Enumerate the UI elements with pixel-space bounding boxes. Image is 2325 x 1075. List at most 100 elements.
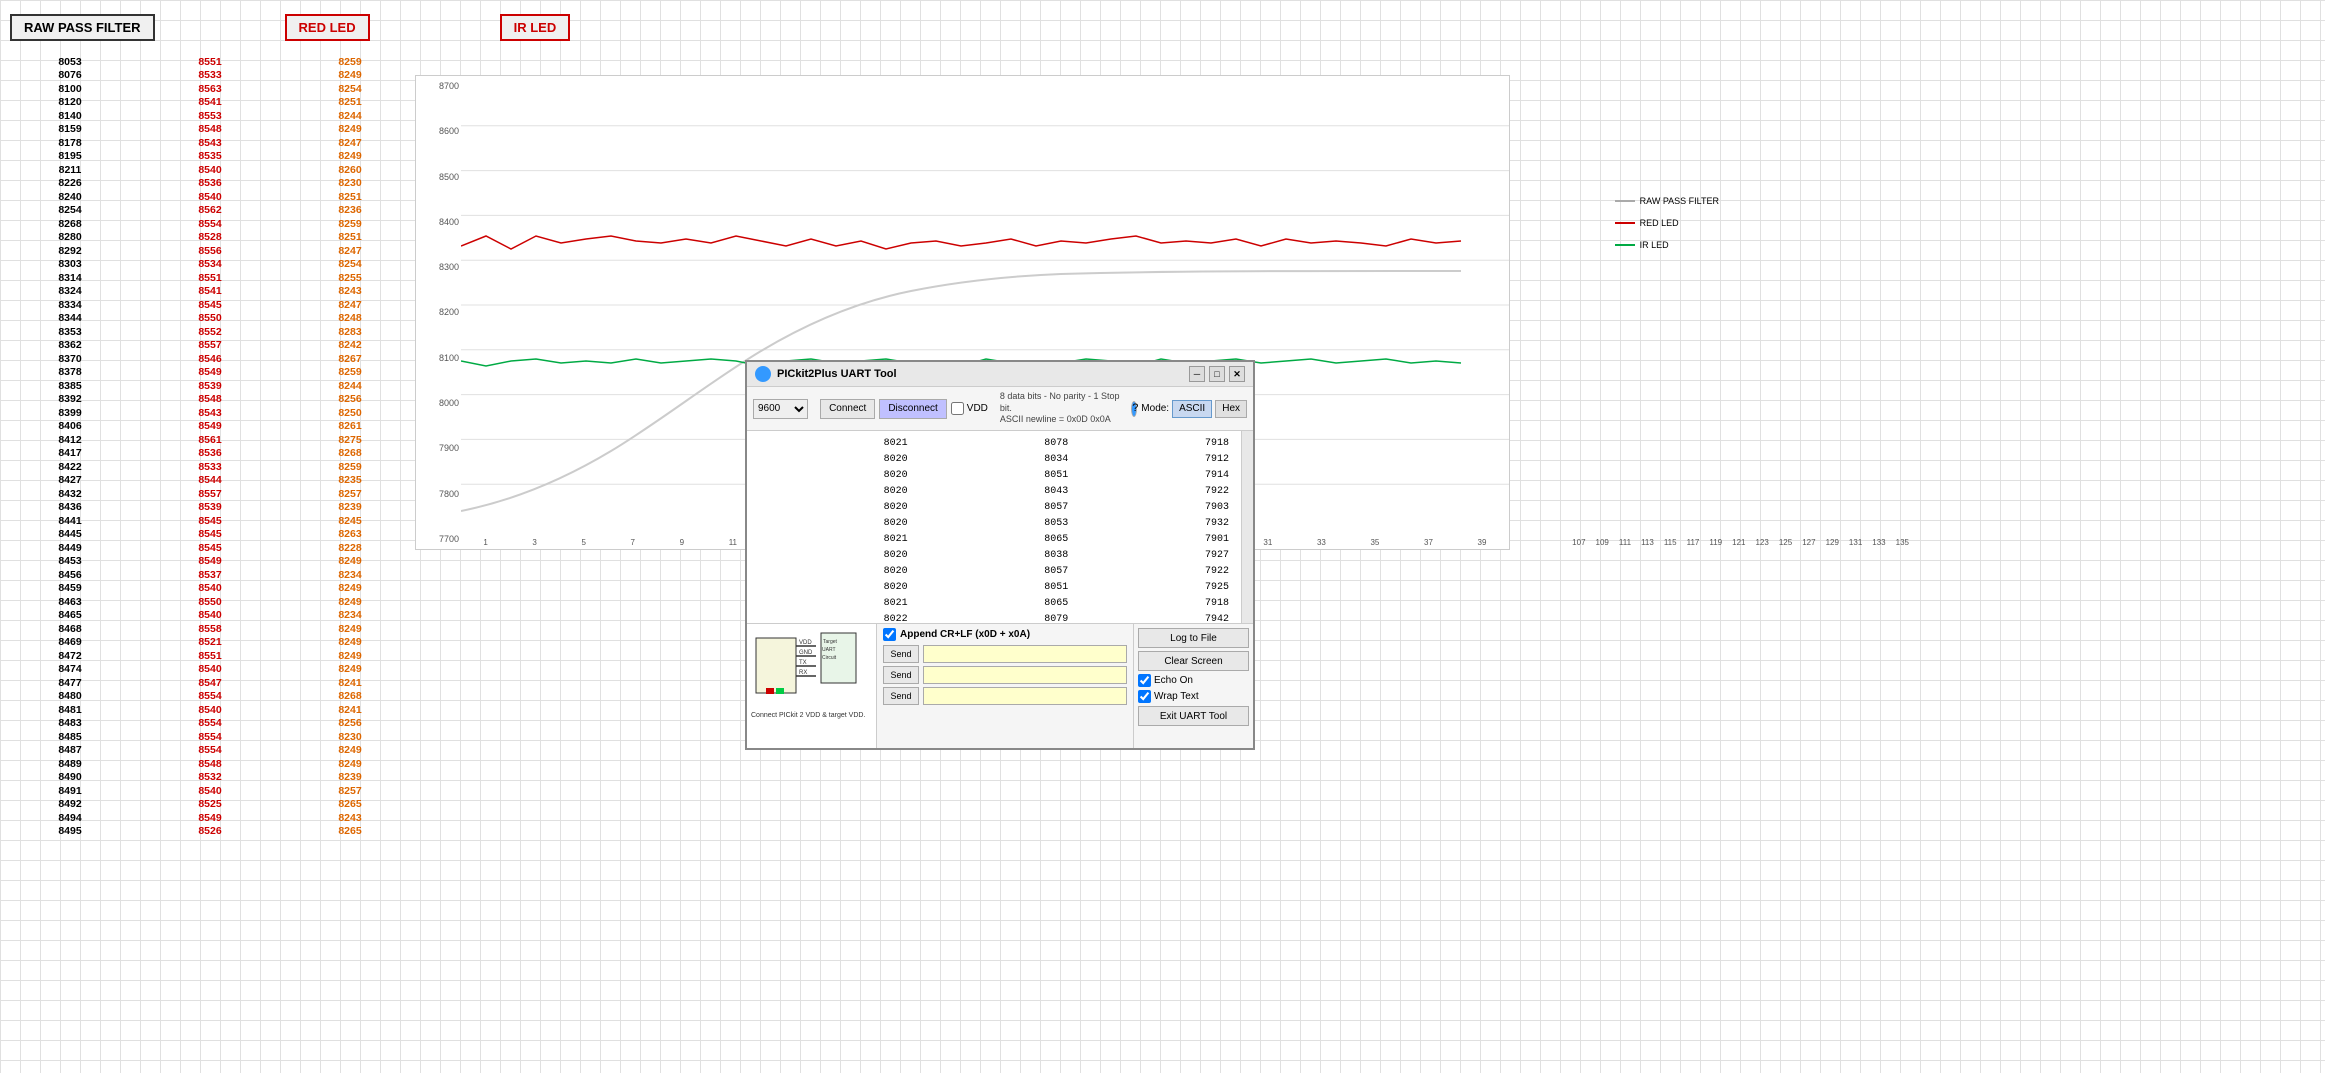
list-item: 8481 [0,703,140,717]
list-item: 8558 [140,622,280,636]
list-item: 8547 [140,676,280,690]
connect-button[interactable]: Connect [820,399,875,419]
macro-input-2[interactable] [923,666,1127,684]
list-item: 8259 [280,55,420,69]
disconnect-button[interactable]: Disconnect [879,399,946,419]
x-axis-label: 11 [729,538,737,547]
x-axis-label: 31 [1263,538,1272,547]
list-item: 8249 [280,663,420,677]
maximize-btn[interactable]: □ [1209,366,1225,382]
list-item: 8489 [0,757,140,771]
data-scrollbar[interactable] [1241,431,1253,623]
list-item: 8562 [140,204,280,218]
list-item: 8427 [0,474,140,488]
list-item: 8249 [280,69,420,83]
list-item: 8495 [0,825,140,839]
list-item: 8540 [140,703,280,717]
list-item: 8552 [140,325,280,339]
list-item: 8239 [280,771,420,785]
exit-uart-btn[interactable]: Exit UART Tool [1138,706,1249,726]
col3: 8259824982548251824482498247824982608230… [280,55,420,1075]
list-item: 8445 [0,528,140,542]
list-item: 8540 [140,163,280,177]
macro-send-2[interactable]: Send [883,666,919,684]
log-to-file-btn[interactable]: Log to File [1138,628,1249,648]
table-cell: 8020 [753,469,912,483]
list-item: 8256 [280,717,420,731]
list-item: 8463 [0,595,140,609]
list-item: 8100 [0,82,140,96]
list-item: 8268 [280,690,420,704]
list-item: 8554 [140,690,280,704]
list-item: 8477 [0,676,140,690]
list-item: 8534 [140,258,280,272]
macro-send-3[interactable]: Send [883,687,919,705]
header-bar: RAW PASS FILTER RED LED IR LED [0,0,2325,55]
wrap-text-checkbox[interactable] [1138,690,1151,703]
dialog-title-left: PICkit2Plus UART Tool [755,366,897,382]
list-item: 8544 [140,474,280,488]
table-cell: 8057 [914,501,1073,515]
hex-mode-btn[interactable]: Hex [1215,400,1247,418]
list-item: 8275 [280,433,420,447]
list-item: 8546 [140,352,280,366]
vdd-checkbox[interactable] [951,402,964,415]
list-item: 8249 [280,150,420,164]
clear-screen-btn[interactable]: Clear Screen [1138,651,1249,671]
echo-on-checkbox[interactable] [1138,674,1151,687]
list-item: 8250 [280,406,420,420]
list-item: 8469 [0,636,140,650]
macro-send-1[interactable]: Send [883,645,919,663]
legend-red-line [1615,222,1635,224]
help-icon[interactable]: ? [1131,401,1137,417]
list-item: 8541 [140,285,280,299]
list-item: 8228 [280,541,420,555]
macro-header: Append CR+LF (x0D + x0A) [883,628,1127,641]
list-item: 8245 [280,514,420,528]
list-item: 8540 [140,582,280,596]
list-item: 8247 [280,244,420,258]
table-cell: 7922 [1074,485,1233,499]
baud-select[interactable]: 9600 19200 115200 [753,399,808,419]
x-axis-label-ext: 107 [1572,538,1585,547]
list-item: 8480 [0,690,140,704]
list-item: 8053 [0,55,140,69]
list-item: 8240 [0,190,140,204]
minimize-btn[interactable]: ─ [1189,366,1205,382]
list-item: 8540 [140,784,280,798]
title-controls[interactable]: ─ □ ✕ [1189,366,1245,382]
table-row: 802080387927 [753,549,1233,563]
list-item: 8370 [0,352,140,366]
table-cell: 8020 [753,581,912,595]
close-btn[interactable]: ✕ [1229,366,1245,382]
list-item: 8532 [140,771,280,785]
list-item: 8249 [280,649,420,663]
raw-pass-filter-label: RAW PASS FILTER [10,14,155,41]
list-item: 8257 [280,784,420,798]
list-item: 8453 [0,555,140,569]
table-row: 802180657918 [753,597,1233,611]
list-item: 8234 [280,568,420,582]
x-axis-label-ext: 121 [1732,538,1745,547]
list-item: 8494 [0,811,140,825]
x-axis-label-ext: 125 [1779,538,1792,547]
macro-input-1[interactable] [923,645,1127,663]
table-row: 802080517914 [753,469,1233,483]
list-item: 8432 [0,487,140,501]
y-axis-label: 7900 [418,443,459,453]
macro-input-3[interactable] [923,687,1127,705]
ascii-mode-btn[interactable]: ASCII [1172,400,1212,418]
list-item: 8545 [140,528,280,542]
list-item: 8533 [140,460,280,474]
list-item: 8492 [0,798,140,812]
list-item: 8344 [0,312,140,326]
y-axis-label: 7800 [418,489,459,499]
svg-text:GND: GND [799,650,813,656]
macro-row-3: Send [883,687,1127,705]
append-crlf-checkbox[interactable] [883,628,896,641]
x-axis-label-ext: 109 [1596,538,1609,547]
svg-text:TX: TX [799,660,807,666]
vdd-checkbox-label[interactable]: VDD [951,402,988,415]
list-item: 8362 [0,339,140,353]
list-item: 8280 [0,231,140,245]
